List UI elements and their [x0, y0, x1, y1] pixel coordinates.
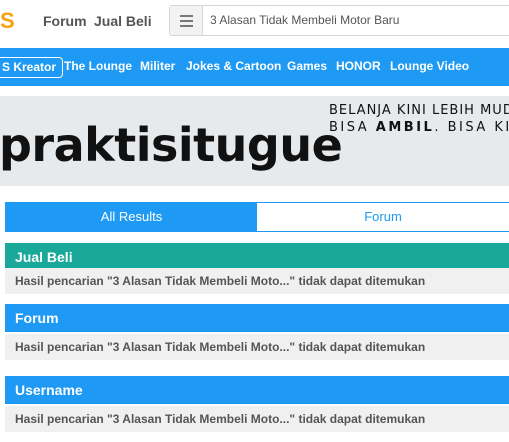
section-username-header: Username	[5, 376, 509, 404]
tab-all-results[interactable]: All Results	[6, 203, 257, 231]
section-username-message: Hasil pencarian "3 Alasan Tidak Membeli …	[5, 406, 509, 432]
nav-jual-beli-link[interactable]: Jual Beli	[94, 13, 152, 29]
banner-tagline-2: BISA AMBIL. BISA KI	[329, 120, 509, 135]
banner-tagline-1: BELANJA KINI LEBIH MUDAH	[329, 103, 509, 118]
section-forum-message: Hasil pencarian "3 Alasan Tidak Membeli …	[5, 334, 509, 360]
tab-forum[interactable]: Forum	[257, 203, 509, 231]
channel-kreator[interactable]: S Kreator	[0, 57, 64, 78]
channel-lounge-video[interactable]: Lounge Video	[390, 59, 469, 73]
channel-jokes-cartoon[interactable]: Jokes & Cartoon	[186, 59, 281, 73]
channel-militer[interactable]: Militer	[140, 59, 175, 73]
section-jual-beli-header: Jual Beli	[5, 243, 509, 271]
search-input[interactable]: 3 Alasan Tidak Membeli Motor Baru	[210, 13, 399, 27]
search-box[interactable]: 3 Alasan Tidak Membeli Motor Baru	[169, 5, 509, 36]
hamburger-menu-icon[interactable]	[170, 6, 203, 35]
nav-forum-link[interactable]: Forum	[43, 13, 87, 29]
channel-games[interactable]: Games	[287, 59, 327, 73]
banner-username: praktisitugue	[0, 118, 343, 172]
section-forum-header: Forum	[5, 304, 509, 332]
channel-the-lounge[interactable]: The Lounge	[64, 59, 132, 73]
top-header: S Forum Jual Beli 3 Alasan Tidak Membeli…	[0, 0, 509, 44]
site-logo[interactable]: S	[0, 8, 15, 34]
channel-honor[interactable]: HONOR	[336, 59, 381, 73]
profile-banner: praktisitugue BELANJA KINI LEBIH MUDAH B…	[0, 96, 509, 186]
section-jual-beli-message: Hasil pencarian "3 Alasan Tidak Membeli …	[5, 268, 509, 294]
result-tabs: All Results Forum	[5, 202, 509, 232]
channel-nav: S Kreator The Lounge Militer Jokes & Car…	[0, 48, 509, 86]
